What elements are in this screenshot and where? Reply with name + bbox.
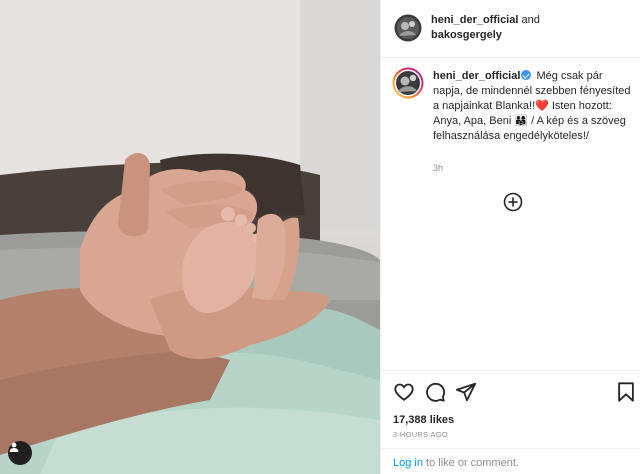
caption-avatar[interactable]	[392, 67, 424, 99]
caption-username-link[interactable]: heni_der_official	[433, 70, 520, 82]
user-tag-icon	[9, 442, 19, 452]
bookmark-icon	[618, 382, 634, 402]
comment-button[interactable]	[424, 381, 446, 403]
login-prompt: Log in to like or comment.	[393, 457, 519, 469]
user-tag-button[interactable]	[8, 441, 32, 465]
post-side-panel: heni_der_official and bakosgergely heni_…	[380, 0, 640, 474]
share-icon	[455, 382, 477, 402]
login-prompt-rest: to like or comment.	[422, 457, 519, 469]
post-authors: heni_der_official and bakosgergely	[431, 13, 540, 43]
verified-badge-icon	[521, 70, 532, 80]
load-more-comments-button[interactable]	[503, 192, 523, 212]
author-connector: and	[518, 14, 540, 26]
comment-icon	[426, 382, 446, 402]
post-header: heni_der_official and bakosgergely	[381, 0, 640, 58]
post-timestamp[interactable]: 3 HOURS AGO	[393, 430, 448, 439]
login-footer: Log in to like or comment.	[381, 448, 640, 474]
action-bar	[381, 370, 640, 410]
coauthor-username-link[interactable]: bakosgergely	[431, 29, 502, 41]
photo-illustration	[0, 0, 380, 474]
heart-icon	[394, 383, 414, 401]
caption-time: 3h	[433, 163, 444, 173]
avatar[interactable]	[394, 14, 422, 42]
like-button[interactable]	[393, 381, 415, 403]
login-link[interactable]: Log in	[393, 457, 423, 469]
post-photo[interactable]	[0, 0, 380, 474]
share-button[interactable]	[455, 381, 477, 403]
author-username-link[interactable]: heni_der_official	[431, 14, 518, 26]
likes-count[interactable]: 17,388 likes	[393, 414, 454, 426]
caption-text: heni_der_official Még csak pár napja, de…	[433, 69, 633, 144]
add-circle-icon	[503, 192, 523, 212]
save-button[interactable]	[615, 381, 637, 403]
